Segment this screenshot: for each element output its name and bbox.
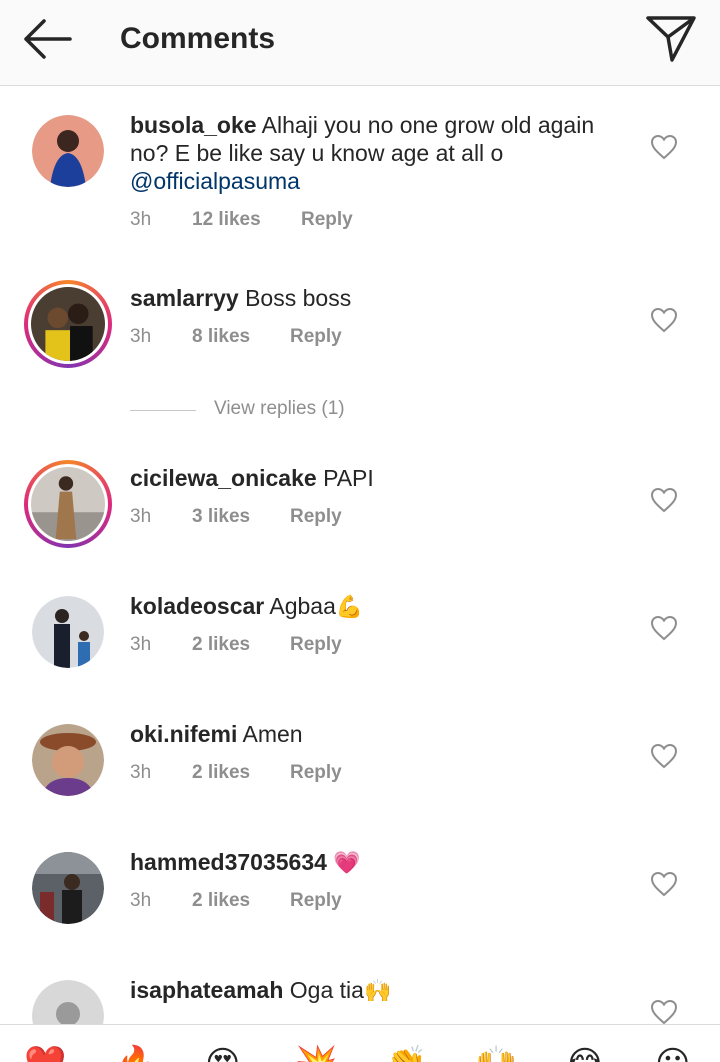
header-bar: Comments xyxy=(0,0,720,86)
direct-share-button[interactable] xyxy=(640,10,702,66)
emoji: 💪 xyxy=(335,594,364,619)
emoji-clap-button[interactable]: 👏 xyxy=(385,1047,427,1062)
emoji-quick-bar: ❤️ 🔥 😍 💥 👏 🙌 😂 😮 xyxy=(0,1024,720,1062)
emoji-wow-button[interactable]: 😮 xyxy=(655,1047,690,1062)
back-arrow-icon xyxy=(24,19,72,59)
likes-count[interactable]: 2 likes xyxy=(192,762,250,784)
avatar[interactable] xyxy=(32,724,104,796)
view-replies-button[interactable]: View replies (1) xyxy=(130,398,430,424)
like-heart-icon[interactable] xyxy=(650,307,678,333)
reply-button[interactable]: Reply xyxy=(290,762,342,784)
like-heart-icon[interactable] xyxy=(650,871,678,897)
like-heart-icon[interactable] xyxy=(650,743,678,769)
reply-button[interactable]: Reply xyxy=(301,209,353,231)
like-heart-icon[interactable] xyxy=(650,487,678,513)
reply-button[interactable]: Reply xyxy=(290,326,342,348)
emoji: 🙌 xyxy=(363,978,392,1003)
comment-username[interactable]: busola_oke xyxy=(130,112,257,138)
back-button[interactable] xyxy=(18,16,76,62)
likes-count[interactable]: 3 likes xyxy=(192,506,250,528)
likes-count[interactable]: 2 likes xyxy=(192,634,250,656)
avatar[interactable] xyxy=(32,852,104,924)
emoji-joy-button[interactable]: 😂 xyxy=(565,1047,605,1062)
comment-username[interactable]: oki.nifemi xyxy=(130,721,237,747)
comment-time: 3h xyxy=(130,326,152,347)
avatar[interactable] xyxy=(24,280,112,368)
emoji-heart-eyes-button[interactable]: 😍 xyxy=(205,1047,240,1062)
comment-time: 3h xyxy=(130,506,152,527)
likes-count[interactable]: 2 likes xyxy=(192,890,250,912)
likes-count[interactable]: 12 likes xyxy=(192,209,261,231)
likes-count[interactable]: 8 likes xyxy=(192,326,250,348)
comment-username[interactable]: cicilewa_onicake xyxy=(130,465,317,491)
like-heart-icon[interactable] xyxy=(650,134,678,160)
comment-time: 3h xyxy=(130,762,152,783)
reply-button[interactable]: Reply xyxy=(290,634,342,656)
send-icon xyxy=(646,16,696,62)
comment-text: Amen xyxy=(237,721,303,747)
comment-username[interactable]: koladeoscar xyxy=(130,593,264,619)
comment-username[interactable]: isaphateamah xyxy=(130,977,283,1003)
comment-time: 3h xyxy=(130,209,152,230)
mention-link[interactable]: @officialpasuma xyxy=(130,168,300,194)
comment-text: Agbaa xyxy=(264,593,336,619)
comment-text: PAPI xyxy=(316,465,374,491)
emoji-raised-hands-button[interactable]: 🙌 xyxy=(475,1047,517,1062)
emoji-heart-button[interactable]: ❤️ xyxy=(24,1047,66,1062)
page-title: Comments xyxy=(120,22,276,55)
avatar[interactable] xyxy=(24,460,112,548)
comment-username[interactable]: hammed37035634 xyxy=(130,849,327,875)
comment-username[interactable]: samlarryy xyxy=(130,285,239,311)
reply-button[interactable]: Reply xyxy=(290,890,342,912)
comment-time: 3h xyxy=(130,634,152,655)
avatar[interactable] xyxy=(32,115,104,187)
view-replies-label: View replies (1) xyxy=(214,398,345,419)
emoji-fire-button[interactable]: 🔥 xyxy=(115,1047,157,1062)
comment-time: 3h xyxy=(130,890,152,911)
divider xyxy=(130,410,196,411)
comment-text: Oga tia xyxy=(283,977,364,1003)
like-heart-icon[interactable] xyxy=(650,999,678,1025)
reply-button[interactable]: Reply xyxy=(290,506,342,528)
avatar[interactable] xyxy=(32,596,104,668)
emoji-boom-button[interactable]: 💥 xyxy=(295,1047,337,1062)
like-heart-icon[interactable] xyxy=(650,615,678,641)
comment-text: Boss boss xyxy=(238,285,352,311)
emoji: 💗 xyxy=(333,850,361,875)
